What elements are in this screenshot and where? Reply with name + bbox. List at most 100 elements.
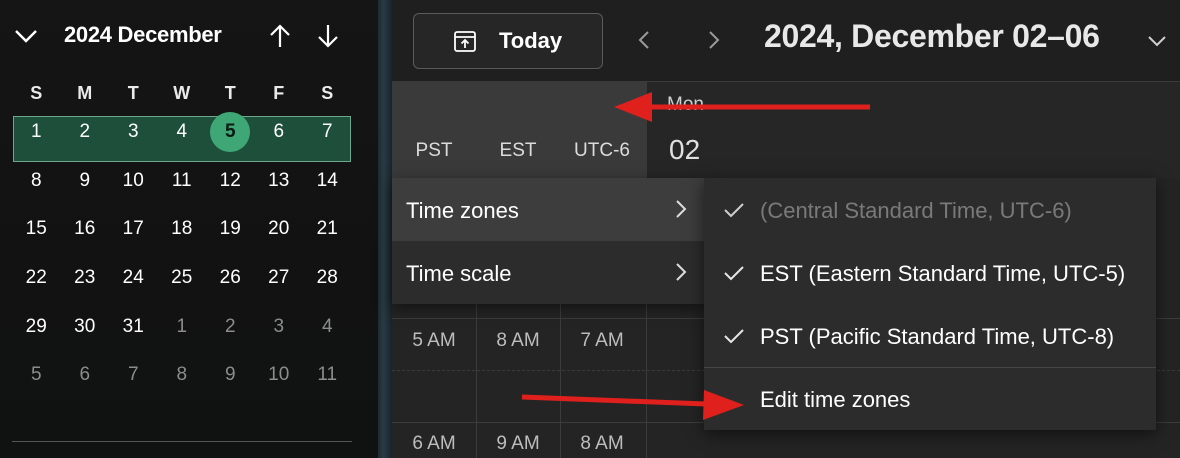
edit-time-zones-button[interactable]: Edit time zones (704, 367, 1156, 430)
mini-calendar-day[interactable]: 29 (12, 316, 61, 338)
mini-calendar-day[interactable]: 4 (158, 121, 207, 143)
mini-calendar-day[interactable]: 8 (12, 170, 61, 192)
chevron-down-icon[interactable] (1144, 28, 1170, 54)
mini-calendar: 2024 December S M T W T F S 1 2 3 4 5 6 7 8 9 10 1… (0, 0, 378, 458)
time-zone-label-utc6: UTC-6 (574, 140, 630, 161)
mini-calendar-day[interactable]: 10 (255, 364, 304, 386)
mini-calendar-day[interactable]: 1 (12, 121, 61, 143)
menu-item-label: Time scale (406, 261, 512, 286)
mini-calendar-day[interactable]: 11 (158, 170, 207, 192)
mini-calendar-week-row: 8 9 10 11 12 13 14 (12, 157, 352, 206)
chevron-right-icon[interactable] (702, 26, 726, 54)
arrow-down-icon[interactable] (314, 22, 342, 50)
mini-calendar-day[interactable]: 27 (255, 267, 304, 289)
mini-calendar-day[interactable]: 8 (158, 364, 207, 386)
mini-calendar-week-row: 22 23 24 25 26 27 28 (12, 254, 352, 303)
mini-calendar-week-row: 15 16 17 18 19 20 21 (12, 205, 352, 254)
mini-calendar-day[interactable]: 6 (255, 121, 304, 143)
chevron-right-icon (676, 200, 687, 218)
mini-calendar-day[interactable]: 4 (303, 316, 352, 338)
mini-calendar-day[interactable]: 3 (109, 121, 158, 143)
mini-calendar-day[interactable]: 21 (303, 218, 352, 240)
mini-calendar-day[interactable]: 28 (303, 267, 352, 289)
mini-calendar-day[interactable]: 22 (12, 267, 61, 289)
weekday-header: W (173, 82, 191, 103)
time-label: 6 AM (412, 433, 456, 454)
submenu-item-label: PST (Pacific Standard Time, UTC-8) (760, 324, 1115, 349)
mini-calendar-day[interactable]: 19 (206, 218, 255, 240)
time-zone-label-est: EST (499, 140, 537, 161)
checkmark-icon (724, 329, 744, 344)
mini-calendar-day[interactable]: 5 (206, 112, 255, 153)
time-zone-label-pst: PST (415, 140, 453, 161)
mini-calendar-week-row: 29 30 31 1 2 3 4 (12, 302, 352, 351)
mini-calendar-day[interactable]: 18 (158, 218, 207, 240)
weekday-header: T (127, 82, 139, 103)
mini-calendar-day[interactable]: 26 (206, 267, 255, 289)
mini-calendar-day[interactable]: 12 (206, 170, 255, 192)
time-zone-header[interactable] (392, 82, 646, 178)
today-button-label: Today (499, 28, 563, 53)
submenu-item-pst[interactable]: PST (Pacific Standard Time, UTC-8) (704, 304, 1156, 367)
mini-calendar-month-label[interactable]: 2024 December (64, 22, 222, 48)
menu-item-time-scale[interactable]: Time scale (392, 241, 704, 304)
mini-calendar-header: 2024 December (0, 0, 378, 72)
mini-calendar-day[interactable]: 6 (61, 364, 110, 386)
mini-calendar-day[interactable]: 17 (109, 218, 158, 240)
mini-calendar-day[interactable]: 9 (61, 170, 110, 192)
mini-calendar-day[interactable]: 2 (61, 121, 110, 143)
mini-calendar-day[interactable]: 7 (303, 121, 352, 143)
submenu-item-central-time: (Central Standard Time, UTC-6) (704, 178, 1156, 241)
mini-calendar-day[interactable]: 23 (61, 267, 110, 289)
menu-item-time-zones[interactable]: Time zones (392, 178, 704, 241)
submenu-item-label: (Central Standard Time, UTC-6) (760, 198, 1072, 223)
mini-calendar-day[interactable]: 9 (206, 364, 255, 386)
mini-calendar-day[interactable]: 15 (12, 218, 61, 240)
today-button[interactable]: Today (413, 13, 603, 69)
mini-calendar-day[interactable]: 24 (109, 267, 158, 289)
mini-calendar-day[interactable]: 20 (255, 218, 304, 240)
mini-calendar-day[interactable]: 16 (61, 218, 110, 240)
mini-calendar-week-row: 1234567 (12, 108, 352, 157)
arrow-up-icon[interactable] (266, 22, 294, 50)
chevron-left-icon[interactable] (632, 26, 656, 54)
weekday-header: S (30, 82, 43, 103)
time-label: 5 AM (412, 330, 456, 351)
time-zones-submenu: (Central Standard Time, UTC-6) EST (East… (704, 178, 1156, 430)
weekday-header-row: S M T W T F S (12, 78, 352, 108)
mini-calendar-day[interactable]: 31 (109, 316, 158, 338)
chevron-down-icon[interactable] (12, 22, 40, 50)
day-name: Mon (667, 94, 704, 115)
mini-calendar-day[interactable]: 10 (109, 170, 158, 192)
submenu-item-label: Edit time zones (760, 387, 911, 412)
day-number: 02 (669, 134, 701, 165)
mini-calendar-day[interactable]: 2 (206, 316, 255, 338)
mini-calendar-day[interactable]: 30 (61, 316, 110, 338)
weekday-header: T (224, 82, 236, 103)
mini-calendar-day[interactable]: 14 (303, 170, 352, 192)
mini-calendar-grid: S M T W T F S 1 2 3 4 5 6 7 8 9 10 11 12 13 14 15 16 17 1… (12, 78, 352, 400)
day-column-header[interactable]: Mon 02 (646, 82, 1180, 178)
mini-calendar-day[interactable]: 11 (303, 364, 352, 386)
calendar-today-icon (454, 31, 476, 52)
mini-calendar-day[interactable]: 7 (109, 364, 158, 386)
weekday-header: F (273, 82, 285, 103)
mini-calendar-divider (12, 441, 352, 442)
mini-calendar-day[interactable]: 5 (12, 364, 61, 386)
submenu-item-est[interactable]: EST (Eastern Standard Time, UTC-5) (704, 241, 1156, 304)
mini-calendar-day[interactable]: 13 (255, 170, 304, 192)
time-label: 8 AM (580, 433, 624, 454)
weekday-header: M (77, 82, 93, 103)
weekday-header: S (321, 82, 334, 103)
time-label: 7 AM (580, 330, 624, 351)
mini-calendar-day[interactable]: 3 (255, 316, 304, 338)
checkmark-icon (724, 266, 744, 281)
mini-calendar-day[interactable]: 25 (158, 267, 207, 289)
date-range-title[interactable]: 2024, December 02–06 (764, 18, 1100, 55)
calendar-toolbar: Today 2024, December 02–06 (392, 0, 1180, 82)
background-wallpaper-strip (378, 0, 392, 458)
menu-item-label: Time zones (406, 198, 519, 223)
mini-calendar-day[interactable]: 1 (158, 316, 207, 338)
mini-calendar-week-row: 5 6 7 8 9 10 11 (12, 351, 352, 400)
checkmark-icon (724, 203, 744, 218)
